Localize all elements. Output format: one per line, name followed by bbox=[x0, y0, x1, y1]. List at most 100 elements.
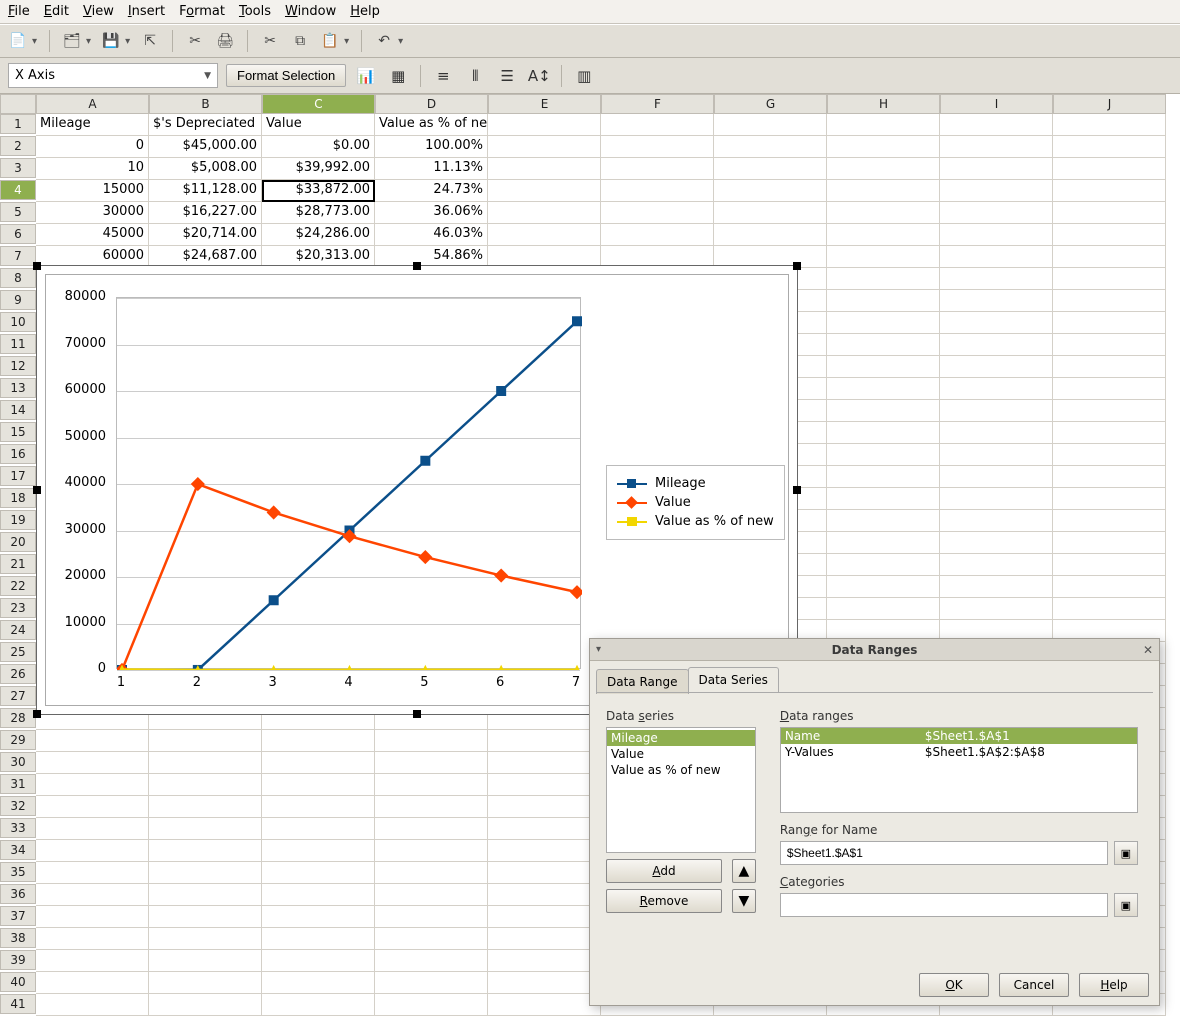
row-header[interactable]: 16 bbox=[0, 444, 36, 464]
cell[interactable] bbox=[1053, 290, 1166, 312]
cell[interactable] bbox=[827, 114, 940, 136]
save-dropdown-icon[interactable]: ▾ bbox=[125, 36, 130, 47]
tab-data-range[interactable]: Data Range bbox=[596, 669, 689, 694]
row-header[interactable]: 7 bbox=[0, 246, 36, 266]
row-header[interactable]: 8 bbox=[0, 268, 36, 288]
move-down-button[interactable]: ▼ bbox=[732, 889, 756, 913]
cell[interactable] bbox=[262, 796, 375, 818]
cell[interactable] bbox=[1053, 334, 1166, 356]
cell[interactable] bbox=[714, 202, 827, 224]
col-header[interactable]: G bbox=[714, 94, 827, 114]
cell[interactable] bbox=[601, 224, 714, 246]
cell[interactable] bbox=[36, 774, 149, 796]
list-item[interactable]: Value bbox=[607, 746, 755, 762]
data-ranges-table[interactable]: Name$Sheet1.$A$1 Y-Values$Sheet1.$A$2:$A… bbox=[780, 727, 1138, 813]
add-button[interactable]: Add bbox=[606, 859, 722, 883]
cell[interactable] bbox=[375, 730, 488, 752]
cell[interactable] bbox=[36, 972, 149, 994]
row-header[interactable]: 15 bbox=[0, 422, 36, 442]
cell[interactable] bbox=[262, 730, 375, 752]
cell[interactable] bbox=[262, 928, 375, 950]
cell[interactable] bbox=[827, 378, 940, 400]
cell[interactable] bbox=[149, 928, 262, 950]
cell[interactable] bbox=[488, 884, 601, 906]
tab-data-series[interactable]: Data Series bbox=[688, 667, 779, 692]
cell[interactable] bbox=[262, 884, 375, 906]
cell[interactable] bbox=[149, 972, 262, 994]
chart-element-selector[interactable]: X Axis ▼ bbox=[8, 63, 218, 88]
cell[interactable] bbox=[488, 752, 601, 774]
cell[interactable] bbox=[827, 246, 940, 268]
cell[interactable] bbox=[940, 400, 1053, 422]
row-header[interactable]: 5 bbox=[0, 202, 36, 222]
cell[interactable] bbox=[488, 224, 601, 246]
col-header[interactable]: I bbox=[940, 94, 1053, 114]
cell[interactable] bbox=[827, 488, 940, 510]
cell[interactable] bbox=[149, 818, 262, 840]
cell[interactable] bbox=[1053, 356, 1166, 378]
cell[interactable] bbox=[1053, 444, 1166, 466]
row-header[interactable]: 3 bbox=[0, 158, 36, 178]
cell[interactable] bbox=[714, 114, 827, 136]
cell[interactable] bbox=[262, 752, 375, 774]
row-header[interactable]: 12 bbox=[0, 356, 36, 376]
open-dropdown-icon[interactable]: ▾ bbox=[86, 36, 91, 47]
row-header[interactable]: 24 bbox=[0, 620, 36, 640]
copy-icon[interactable]: ⧉ bbox=[290, 31, 310, 51]
cell[interactable] bbox=[488, 928, 601, 950]
cell[interactable] bbox=[940, 378, 1053, 400]
cell[interactable] bbox=[827, 422, 940, 444]
cell[interactable] bbox=[827, 180, 940, 202]
menu-view[interactable]: View bbox=[83, 4, 114, 19]
data-series-list[interactable]: Mileage Value Value as % of new bbox=[606, 727, 756, 853]
cell[interactable] bbox=[827, 312, 940, 334]
cell[interactable] bbox=[149, 862, 262, 884]
cell[interactable] bbox=[827, 268, 940, 290]
row-header[interactable]: 32 bbox=[0, 796, 36, 816]
cell[interactable] bbox=[940, 268, 1053, 290]
row-header[interactable]: 25 bbox=[0, 642, 36, 662]
cell[interactable] bbox=[36, 862, 149, 884]
cell[interactable] bbox=[1053, 400, 1166, 422]
row-header[interactable]: 41 bbox=[0, 994, 36, 1014]
cell[interactable] bbox=[714, 224, 827, 246]
cell[interactable] bbox=[714, 158, 827, 180]
cell[interactable] bbox=[488, 202, 601, 224]
cell[interactable] bbox=[1053, 312, 1166, 334]
row-header[interactable]: 10 bbox=[0, 312, 36, 332]
corner-header[interactable] bbox=[0, 94, 36, 114]
menu-format[interactable]: Format bbox=[179, 4, 225, 19]
cell[interactable] bbox=[488, 114, 601, 136]
dialog-titlebar[interactable]: ▾ Data Ranges ✕ bbox=[590, 639, 1159, 661]
cell[interactable] bbox=[1053, 136, 1166, 158]
cell[interactable] bbox=[149, 796, 262, 818]
cell[interactable]: $45,000.00 bbox=[149, 136, 262, 158]
cell[interactable] bbox=[1053, 158, 1166, 180]
cell[interactable] bbox=[375, 884, 488, 906]
cell[interactable]: $5,008.00 bbox=[149, 158, 262, 180]
vgrid-icon[interactable]: ⦀ bbox=[463, 65, 487, 87]
cell[interactable] bbox=[601, 180, 714, 202]
remove-button[interactable]: Remove bbox=[606, 889, 722, 913]
list-item[interactable]: Value as % of new bbox=[607, 762, 755, 778]
row-header[interactable]: 21 bbox=[0, 554, 36, 574]
cell[interactable] bbox=[149, 752, 262, 774]
cell[interactable] bbox=[262, 774, 375, 796]
cell[interactable]: 45000 bbox=[36, 224, 149, 246]
cell[interactable] bbox=[488, 136, 601, 158]
cell[interactable] bbox=[940, 598, 1053, 620]
cell[interactable]: 15000 bbox=[36, 180, 149, 202]
plot-area[interactable] bbox=[116, 297, 581, 669]
cell[interactable] bbox=[940, 554, 1053, 576]
cell[interactable] bbox=[827, 334, 940, 356]
cell[interactable] bbox=[375, 752, 488, 774]
cell[interactable] bbox=[375, 818, 488, 840]
menu-help[interactable]: Help bbox=[350, 4, 380, 19]
undo-dropdown-icon[interactable]: ▾ bbox=[398, 36, 403, 47]
cell[interactable] bbox=[488, 818, 601, 840]
new-doc-dropdown-icon[interactable]: ▾ bbox=[32, 36, 37, 47]
cell[interactable] bbox=[36, 730, 149, 752]
cell[interactable] bbox=[262, 862, 375, 884]
cell[interactable] bbox=[940, 136, 1053, 158]
col-header[interactable]: J bbox=[1053, 94, 1166, 114]
